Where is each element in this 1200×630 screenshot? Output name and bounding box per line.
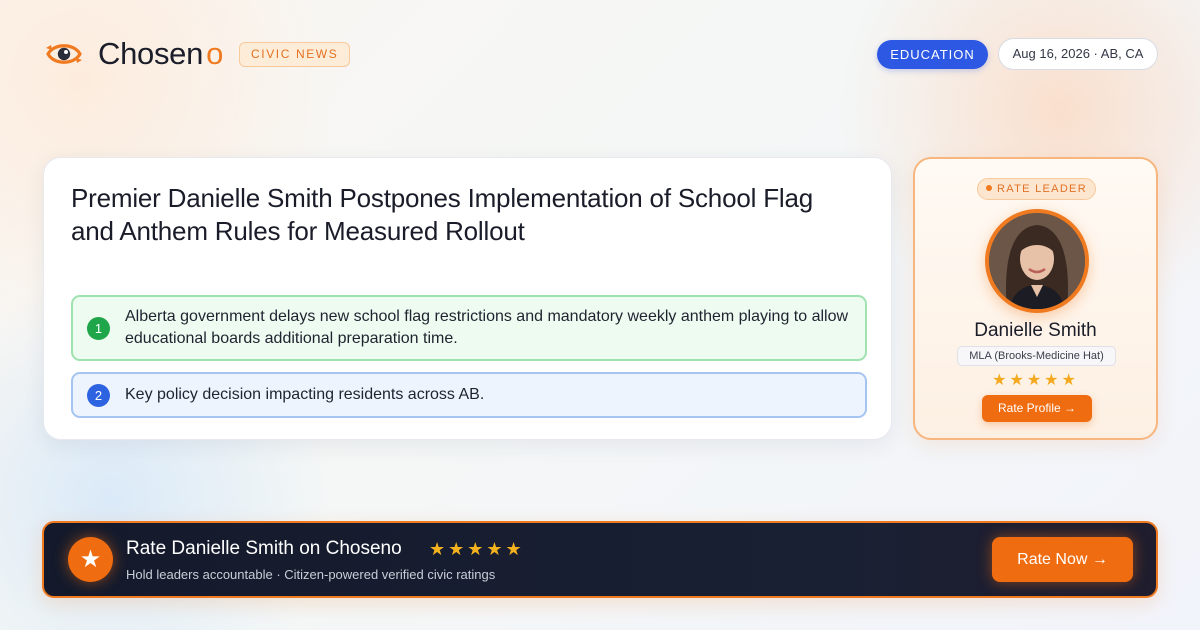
article-headline: Premier Danielle Smith Postpones Impleme… (71, 183, 813, 246)
civic-news-badge: CIVIC NEWS (239, 42, 351, 67)
key-point-1: 1 Alberta government delays new school f… (71, 295, 867, 361)
point-text: Key policy decision impacting residents … (125, 386, 485, 403)
point-number-badge: 2 (87, 383, 110, 407)
portrait-image (989, 213, 1085, 309)
leader-card: RATE LEADER Danielle Smith MLA (Brooks-M… (913, 157, 1158, 440)
banner-title: Rate Danielle Smith on Choseno (126, 538, 402, 559)
rating-stars-icon[interactable]: ★★★★★ (915, 370, 1156, 390)
brand-name-accent: o (206, 36, 224, 71)
rate-banner: ★ Rate Danielle Smith on Choseno ★★★★★ H… (42, 521, 1158, 598)
brand-name: Choseno (98, 36, 224, 71)
key-point-2: 2 Key policy decision impacting resident… (71, 372, 867, 418)
banner-subtitle: Hold leaders accountable · Citizen-power… (126, 567, 496, 582)
point-number-badge: 1 (87, 316, 110, 340)
article-card: Premier Danielle Smith Postpones Impleme… (43, 157, 892, 440)
leader-name: Danielle Smith (974, 320, 1097, 341)
leader-role-badge: MLA (Brooks-Medicine Hat) (957, 346, 1116, 366)
category-pill[interactable]: EDUCATION (877, 40, 988, 69)
brand-logo[interactable]: Choseno (44, 36, 223, 72)
eye-logo-icon (46, 44, 82, 64)
star-icon: ★ (68, 537, 113, 582)
rate-leader-badge: RATE LEADER (977, 178, 1096, 200)
date-location-pill: Aug 16, 2026 · AB, CA (998, 38, 1158, 70)
point-text: Alberta government delays new school fla… (125, 308, 849, 347)
rate-profile-button[interactable]: Rate Profile → (982, 395, 1092, 422)
rate-now-button[interactable]: Rate Now → (992, 537, 1133, 582)
avatar-photo (989, 213, 1085, 309)
dot-icon (986, 185, 993, 192)
banner-rating-stars-icon[interactable]: ★★★★★ (429, 539, 525, 560)
leader-avatar[interactable] (985, 209, 1089, 313)
